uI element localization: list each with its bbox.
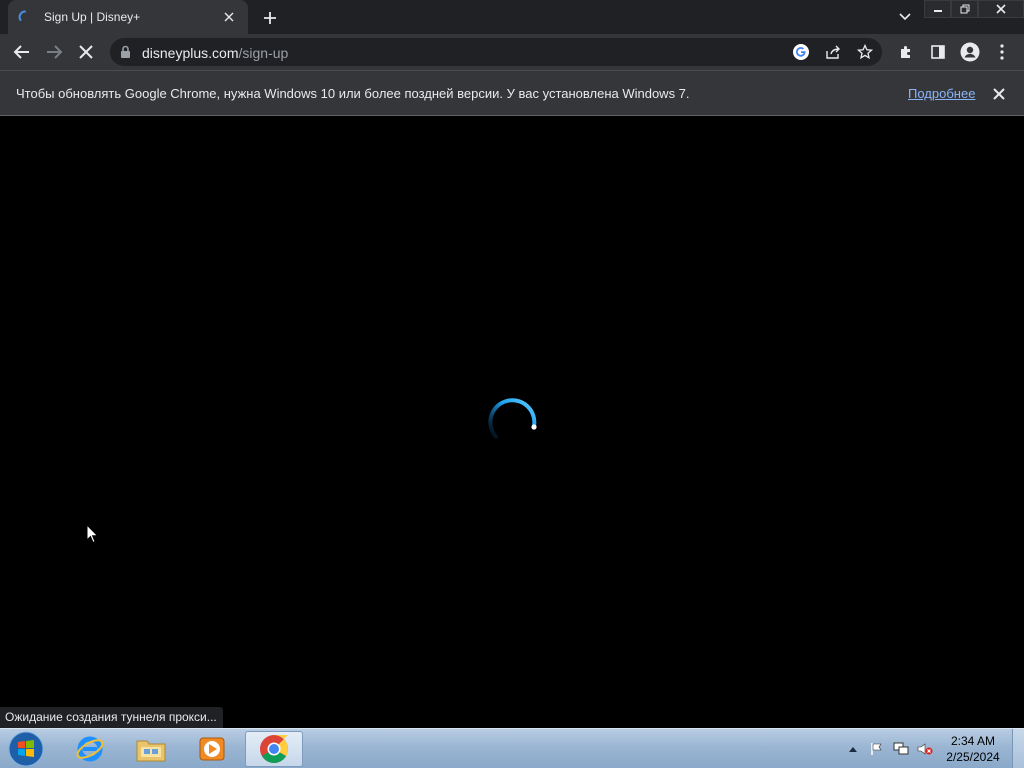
file-explorer-icon[interactable] — [122, 731, 180, 767]
page-content: Ожидание создания туннеля прокси... — [0, 116, 1024, 728]
status-bubble: Ожидание создания туннеля прокси... — [0, 707, 223, 728]
share-icon[interactable] — [823, 42, 843, 62]
start-button[interactable] — [6, 731, 46, 767]
restore-button[interactable] — [951, 0, 978, 18]
internet-explorer-icon[interactable] — [61, 731, 119, 767]
url-text[interactable]: disneyplus.com/sign-up — [142, 45, 288, 61]
back-arrow-icon[interactable] — [10, 40, 34, 64]
clock-time: 2:34 AM — [950, 734, 996, 748]
tab-loading-icon — [18, 10, 32, 24]
media-player-icon[interactable] — [183, 731, 241, 767]
tab-search-chevron-icon[interactable] — [896, 8, 914, 26]
show-desktop-button[interactable] — [1012, 729, 1024, 768]
infobar-learn-more-link[interactable]: Подробнее — [908, 86, 975, 101]
windows-taskbar: 2:34 AM 2/25/2024 — [0, 728, 1024, 768]
tab-title: Sign Up | Disney+ — [44, 10, 141, 24]
new-tab-button[interactable] — [259, 7, 281, 29]
tab-strip: Sign Up | Disney+ — [0, 0, 1024, 34]
infobar-message: Чтобы обновлять Google Chrome, нужна Win… — [16, 86, 690, 101]
bookmark-star-icon[interactable] — [855, 42, 875, 62]
url-path: /sign-up — [238, 45, 289, 61]
browser-toolbar: disneyplus.com/sign-up — [0, 34, 1024, 70]
system-tray — [842, 729, 938, 768]
show-hidden-icons-arrow-icon[interactable] — [842, 738, 864, 760]
extensions-puzzle-icon[interactable] — [894, 40, 918, 64]
loading-spinner — [482, 391, 542, 451]
forward-arrow-icon[interactable] — [42, 40, 66, 64]
volume-muted-icon[interactable] — [914, 738, 936, 760]
network-icon[interactable] — [890, 738, 912, 760]
mouse-cursor-icon — [86, 523, 100, 549]
tab-close-icon[interactable] — [220, 8, 238, 26]
infobar-close-icon[interactable] — [990, 85, 1008, 103]
side-panel-icon[interactable] — [926, 40, 950, 64]
profile-avatar-icon[interactable] — [958, 40, 982, 64]
stop-loading-icon[interactable] — [74, 40, 98, 64]
update-infobar: Чтобы обновлять Google Chrome, нужна Win… — [0, 70, 1024, 116]
action-center-flag-icon[interactable] — [866, 738, 888, 760]
google-lens-icon[interactable] — [791, 42, 811, 62]
chrome-taskbar-icon[interactable] — [245, 731, 303, 767]
taskbar-clock[interactable]: 2:34 AM 2/25/2024 — [935, 733, 1011, 765]
window-controls — [924, 0, 1024, 18]
address-bar[interactable]: disneyplus.com/sign-up — [110, 38, 882, 66]
close-window-button[interactable] — [978, 0, 1024, 18]
url-host: disneyplus.com — [142, 45, 239, 61]
clock-date: 2/25/2024 — [946, 750, 1000, 764]
tab-disney-signup[interactable]: Sign Up | Disney+ — [8, 0, 248, 34]
minimize-button[interactable] — [924, 0, 951, 18]
lock-icon[interactable] — [120, 45, 131, 64]
menu-kebab-icon[interactable] — [990, 40, 1014, 64]
